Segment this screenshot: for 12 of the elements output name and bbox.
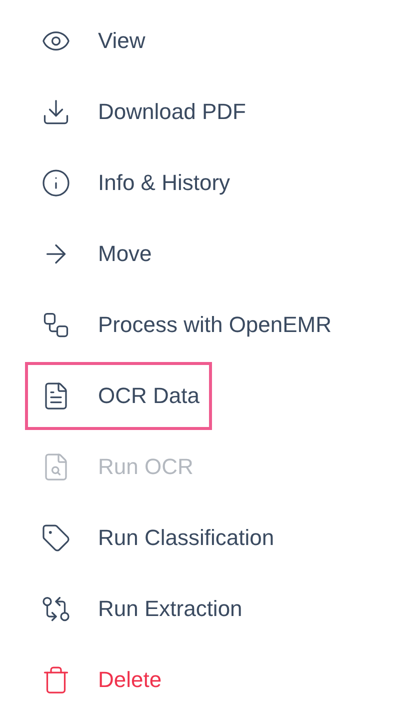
menu-item[interactable]: Run Classification (25, 504, 288, 572)
menu-item[interactable]: Move (25, 220, 165, 288)
menu-item[interactable]: Info & History (25, 148, 244, 216)
menu-item[interactable]: OCR Data (25, 362, 212, 430)
menu-item[interactable]: Delete (25, 646, 175, 714)
tag-icon (41, 522, 71, 552)
menu-item[interactable]: Process with OpenEMR (25, 290, 345, 358)
menu-item[interactable]: View (25, 6, 158, 74)
menu-item[interactable]: Download PDF (25, 78, 259, 146)
menu-item[interactable]: Run Extraction (25, 574, 256, 642)
trash-icon (41, 664, 71, 694)
info-icon (41, 168, 71, 198)
